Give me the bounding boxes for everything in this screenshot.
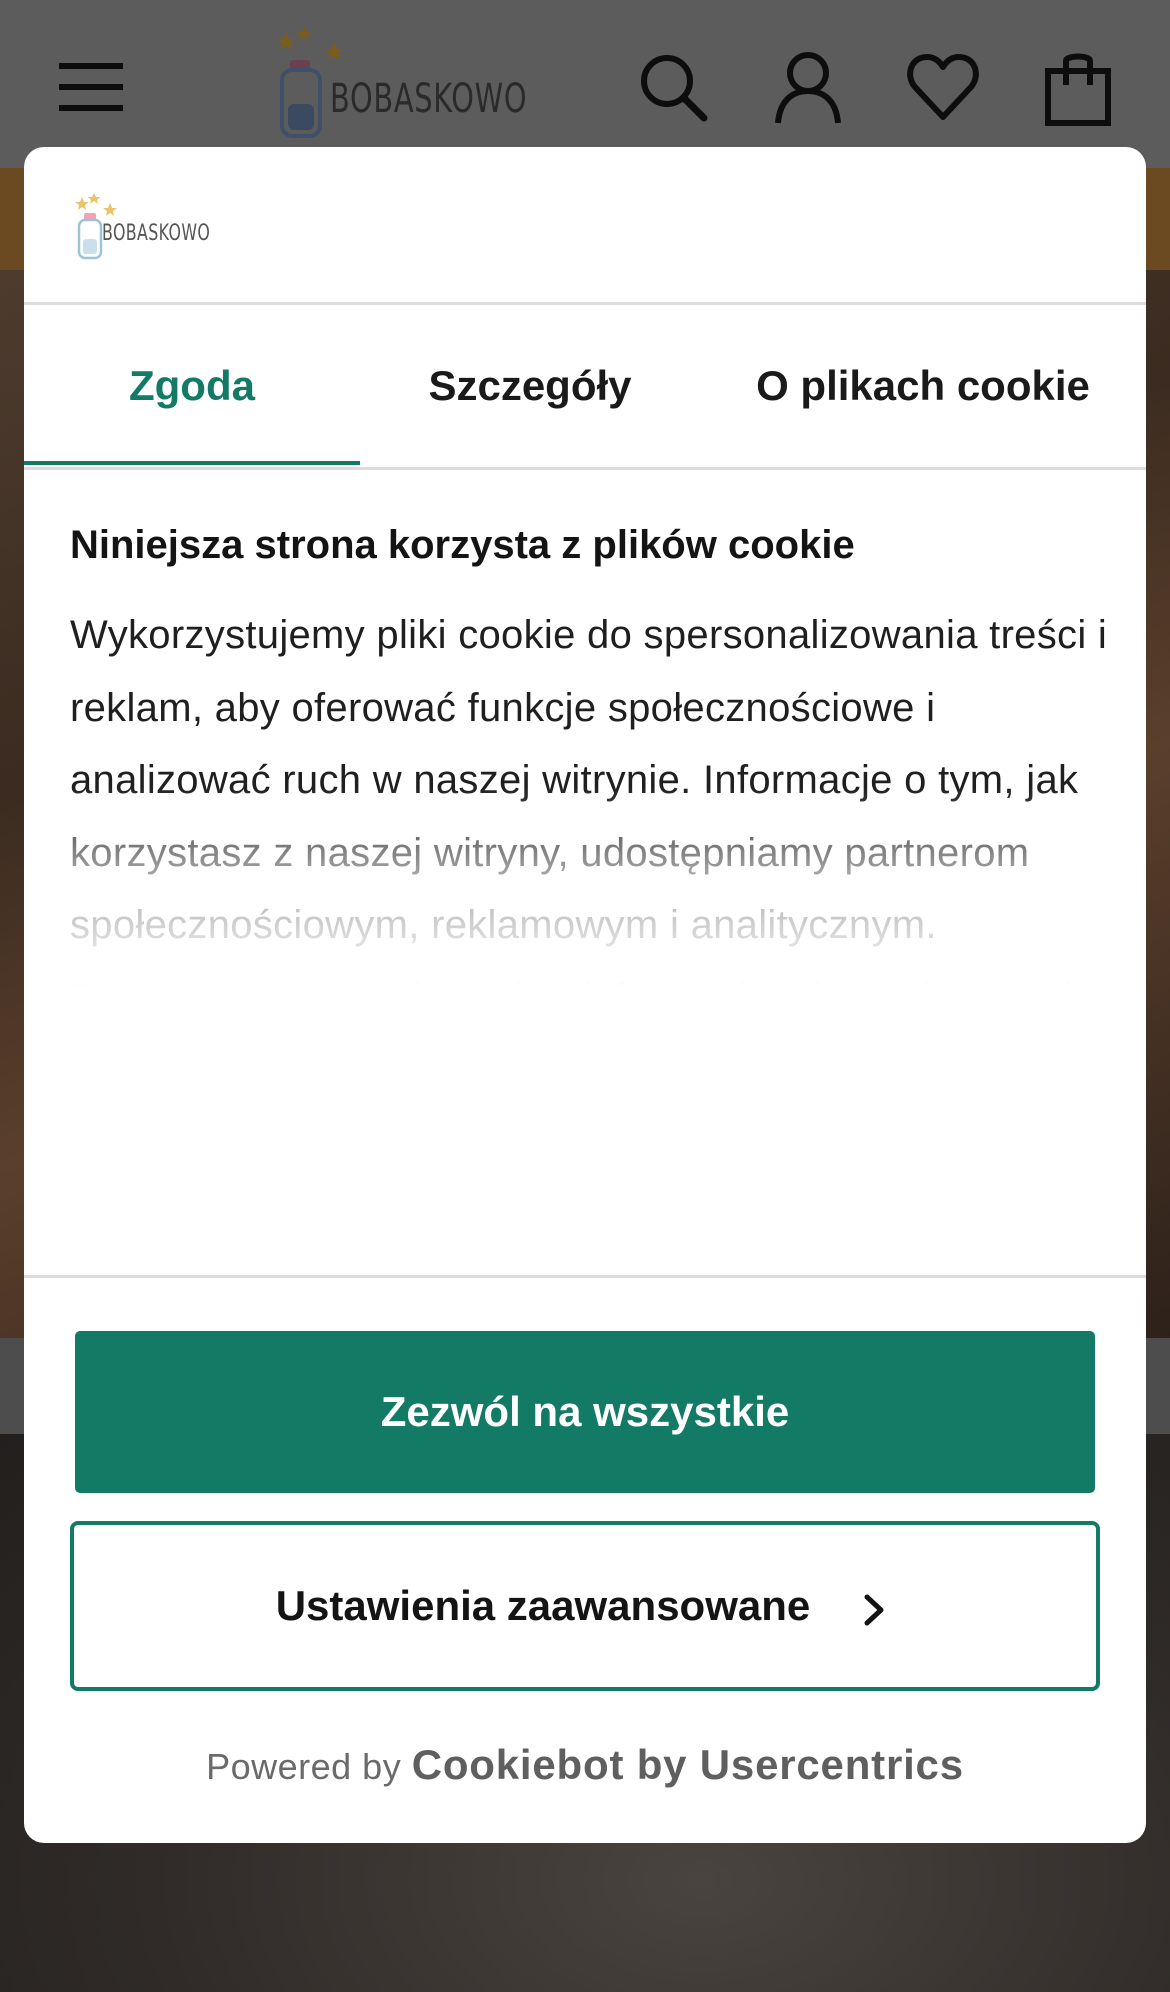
dialog-logo: BOBASKOWO bbox=[72, 193, 210, 263]
cart-icon[interactable] bbox=[1033, 42, 1123, 132]
consent-text-panel[interactable]: Niniejsza strona korzysta z plików cooki… bbox=[70, 517, 1110, 1417]
active-tab-indicator bbox=[24, 461, 360, 465]
advanced-settings-button[interactable]: Ustawienia zaawansowane bbox=[70, 1521, 1100, 1691]
search-icon[interactable] bbox=[628, 42, 718, 132]
cookiebot-brand-link[interactable]: Cookiebot by Usercentrics bbox=[412, 1741, 964, 1788]
cookie-consent-dialog: BOBASKOWO Zgoda Szczegóły O plikach cook… bbox=[24, 147, 1146, 1843]
powered-by-footer: Powered by Cookiebot by Usercentrics bbox=[24, 1741, 1146, 1789]
powered-by-prefix: Powered by bbox=[206, 1746, 402, 1787]
allow-all-button[interactable]: Zezwól na wszystkie bbox=[75, 1331, 1095, 1493]
advanced-settings-label: Ustawienia zaawansowane bbox=[275, 1582, 811, 1629]
divider bbox=[24, 1275, 1146, 1278]
site-header: BOBASKOWO bbox=[0, 0, 1170, 168]
consent-tabs: Zgoda Szczegóły O plikach cookie bbox=[24, 305, 1146, 467]
menu-icon[interactable] bbox=[46, 42, 136, 132]
tab-consent[interactable]: Zgoda bbox=[24, 305, 360, 467]
chevron-right-icon bbox=[854, 1590, 894, 1630]
heart-icon[interactable] bbox=[898, 42, 988, 132]
site-logo-text: BOBASKOWO bbox=[330, 76, 528, 122]
tab-about-cookies[interactable]: O plikach cookie bbox=[700, 305, 1146, 467]
consent-body-text: Wykorzystujemy pliki cookie do spersonal… bbox=[70, 613, 1108, 1165]
consent-heading: Niniejsza strona korzysta z plików cooki… bbox=[70, 523, 855, 567]
dialog-logo-text: BOBASKOWO bbox=[102, 221, 211, 246]
account-icon[interactable] bbox=[763, 42, 853, 132]
site-logo[interactable]: BOBASKOWO bbox=[268, 24, 527, 142]
divider bbox=[24, 467, 1146, 470]
tab-details[interactable]: Szczegóły bbox=[360, 305, 700, 467]
